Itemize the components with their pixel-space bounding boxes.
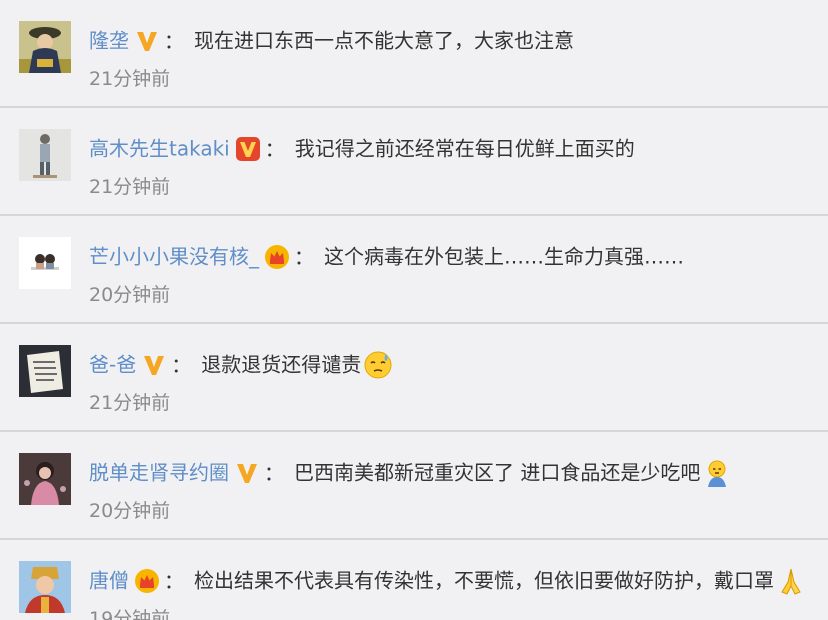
username-link[interactable]: 芒小小小果没有核_ [89, 245, 259, 269]
username-link[interactable]: 脱单走肾寻约圈 [89, 461, 229, 485]
separator: ： [294, 244, 314, 269]
comment-text: 这个病毒在外包装上……生命力真强…… [324, 244, 684, 269]
avatar[interactable] [19, 345, 71, 397]
yellow-v-badge-icon [234, 460, 260, 486]
timestamp: 21分钟前 [89, 176, 171, 198]
comment-text: 我记得之前还经常在每日优鲜上面买的 [294, 136, 635, 161]
comment-text: 检出结果不代表具有传染性，不要慌，但依旧要做好防护，戴口罩 [194, 568, 774, 593]
username-link[interactable]: 高木先生takaki [89, 137, 230, 161]
crown-badge-icon [264, 244, 290, 270]
username-link[interactable]: 唐僧 [89, 569, 129, 593]
red-v-badge-icon [235, 136, 261, 162]
comment-item: 高木先生takaki ： 我记得之前还经常在每日优鲜上面买的 21分钟前 [0, 108, 828, 216]
timestamp: 20分钟前 [89, 500, 171, 522]
timestamp: 21分钟前 [89, 392, 171, 414]
comment-item: 爸-爸 ： 退款退货还得谴责 21分钟前 [0, 324, 828, 432]
separator: ： [264, 136, 285, 161]
separator: ： [164, 28, 184, 53]
comment-text: 现在进口东西一点不能大意了，大家也注意 [194, 28, 574, 53]
avatar[interactable] [19, 21, 71, 73]
comment-item: 唐僧 ： 检出结果不代表具有传染性，不要慌，但依旧要做好防护，戴口罩 19分钟前 [0, 540, 828, 620]
separator: ： [264, 460, 284, 485]
comment-item: 脱单走肾寻约圈 ： 巴西南美都新冠重灾区了 进口食品还是少吃吧 20分钟前 [0, 432, 828, 540]
yellow-v-badge-icon [141, 352, 167, 378]
yellow-v-badge-icon [134, 28, 160, 54]
comment-line: 唐僧 ： 检出结果不代表具有传染性，不要慌，但依旧要做好防护，戴口罩 [89, 562, 806, 596]
timestamp: 19分钟前 [89, 608, 171, 620]
comment-line: 隆垄 ： 现在进口东西一点不能大意了，大家也注意 [89, 22, 574, 56]
avatar[interactable] [19, 237, 71, 289]
username-link[interactable]: 爸-爸 [89, 353, 136, 377]
separator: ： [171, 352, 192, 377]
crown-badge-icon [134, 568, 160, 594]
timestamp: 21分钟前 [89, 68, 171, 90]
avatar[interactable] [19, 129, 71, 181]
comment-line: 高木先生takaki ： 我记得之前还经常在每日优鲜上面买的 [89, 130, 635, 164]
comment-line: 芒小小小果没有核_ ： 这个病毒在外包装上……生命力真强…… [89, 238, 684, 272]
avatar[interactable] [19, 453, 71, 505]
comment-item: 芒小小小果没有核_ ： 这个病毒在外包装上……生命力真强…… 20分钟前 [0, 216, 828, 324]
comment-line: 脱单走肾寻约圈 ： 巴西南美都新冠重灾区了 进口食品还是少吃吧 [89, 454, 732, 488]
sweat-face-icon [363, 350, 393, 380]
comment-text: 退款退货还得谴责 [201, 352, 362, 377]
username-link[interactable]: 隆垄 [89, 29, 129, 53]
timestamp: 20分钟前 [89, 284, 171, 306]
comment-line: 爸-爸 ： 退款退货还得谴责 [89, 346, 393, 380]
comment-item: 隆垄 ： 现在进口东西一点不能大意了，大家也注意 21分钟前 [0, 0, 828, 108]
comment-list: 隆垄 ： 现在进口东西一点不能大意了，大家也注意 21分钟前 高木先生takaki ：… [0, 0, 828, 620]
avatar[interactable] [19, 561, 71, 613]
folded-hands-icon [776, 566, 806, 596]
pensive-person-icon [702, 458, 732, 488]
separator: ： [164, 568, 184, 593]
comment-text: 巴西南美都新冠重灾区了 进口食品还是少吃吧 [294, 460, 701, 485]
